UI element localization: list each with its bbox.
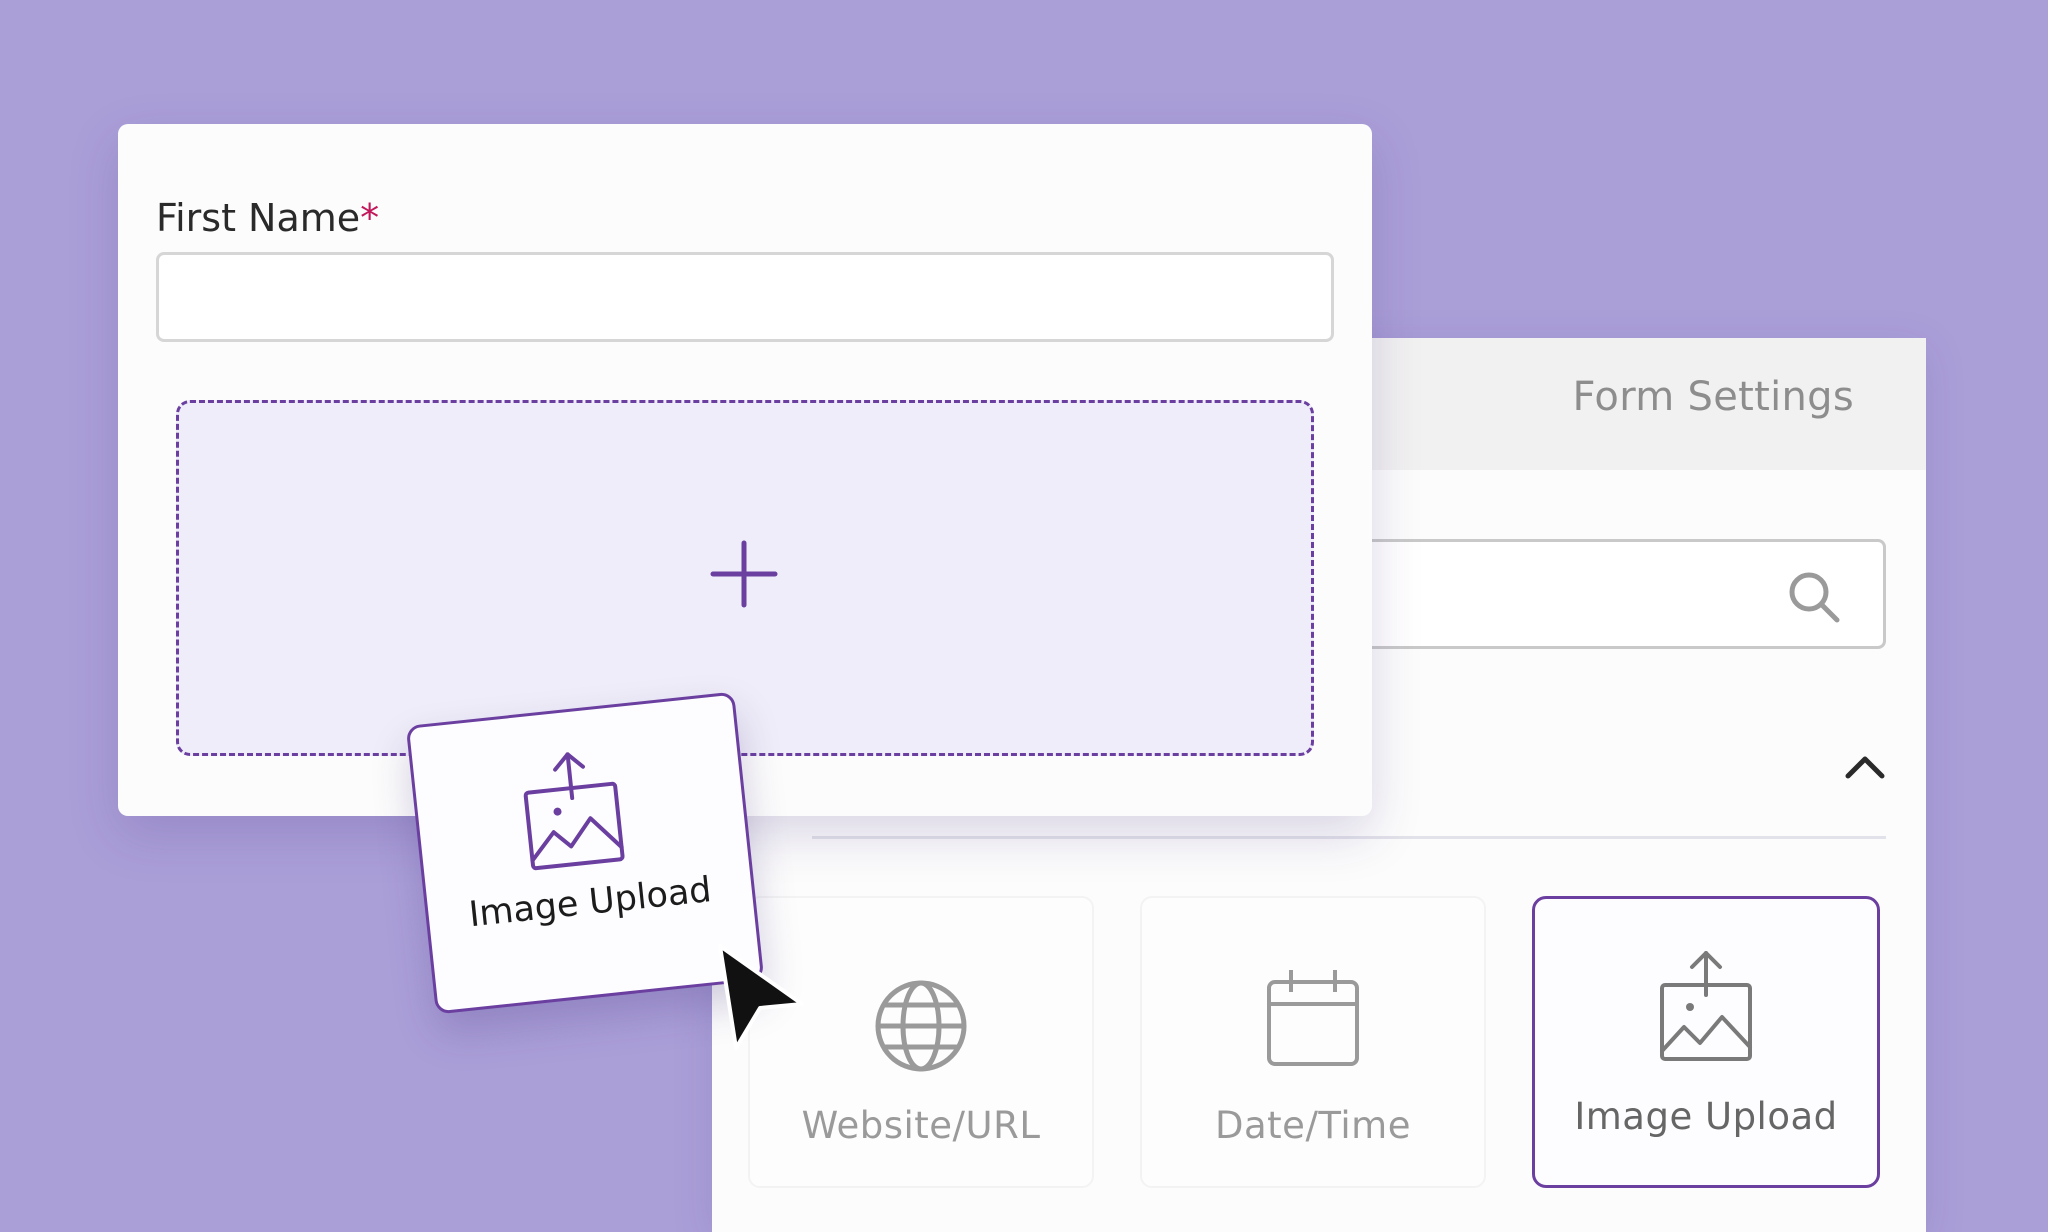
calendar-icon — [1267, 970, 1359, 1066]
field-tile-label: Date/Time — [1215, 1104, 1411, 1147]
cursor-pointer-icon — [718, 944, 804, 1050]
plus-icon[interactable] — [709, 539, 779, 609]
chevron-up-icon[interactable] — [1842, 746, 1888, 786]
field-tile-label: Website/URL — [801, 1104, 1041, 1147]
field-tile-label: Image Upload — [1574, 1095, 1838, 1138]
required-asterisk: * — [360, 196, 380, 240]
dragged-field-label: Image Upload — [467, 870, 714, 936]
dragged-field-card[interactable]: Image Upload — [405, 691, 765, 1015]
form-canvas: First Name* — [118, 124, 1372, 816]
field-tile-date-time[interactable]: Date/Time — [1140, 896, 1486, 1188]
first-name-label: First Name* — [156, 196, 379, 240]
first-name-input[interactable] — [156, 252, 1334, 342]
globe-icon — [875, 980, 967, 1072]
search-icon[interactable] — [1787, 570, 1841, 624]
field-tile-image-upload[interactable]: Image Upload — [1532, 896, 1880, 1188]
field-label-text: First Name — [156, 196, 361, 240]
drop-zone[interactable] — [176, 400, 1314, 756]
image-upload-icon — [1660, 951, 1752, 1061]
image-upload-icon — [523, 752, 625, 871]
tab-form-settings[interactable]: Form Settings — [1573, 374, 1854, 420]
section-divider — [812, 836, 1886, 839]
